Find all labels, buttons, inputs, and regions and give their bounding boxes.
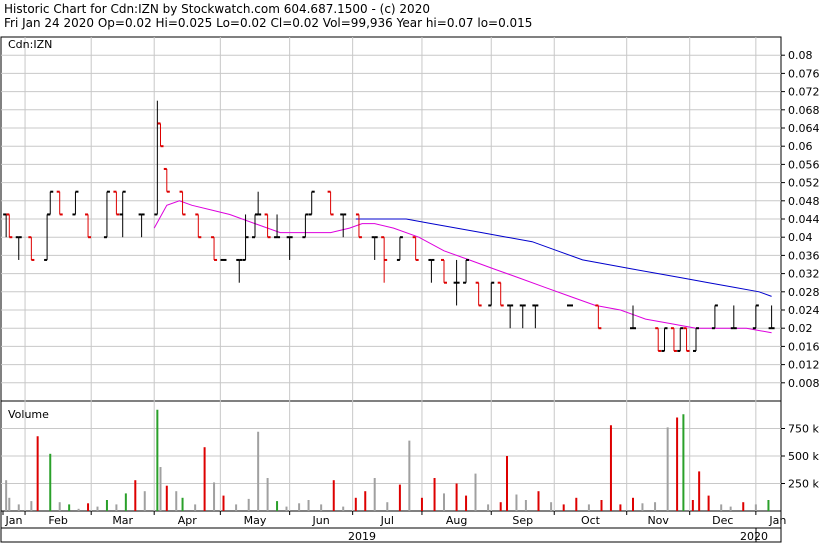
price-tick-label: 0.052: [788, 177, 820, 190]
volume-tick-label: 750 k: [788, 423, 819, 436]
month-tick-label: Dec: [712, 514, 733, 527]
volume-tick-label: 250 k: [788, 478, 819, 491]
price-tick-label: 0.076: [788, 67, 820, 80]
month-tick-label: Nov: [647, 514, 669, 527]
price-tick-label: 0.072: [788, 86, 820, 99]
month-tick-label: Oct: [581, 514, 601, 527]
month-tick-label: Jul: [380, 514, 394, 527]
price-tick-label: 0.016: [788, 340, 820, 353]
price-tick-label: 0.048: [788, 195, 820, 208]
stock-chart-page: Historic Chart for Cdn:IZN by Stockwatch…: [0, 0, 830, 543]
price-tick-label: 0.044: [788, 213, 820, 226]
stock-chart: Historic Chart for Cdn:IZN by Stockwatch…: [0, 2, 820, 543]
price-tick-label: 0.012: [788, 359, 820, 372]
volume-axis: 750 k 500 k 250 k: [781, 423, 819, 491]
symbol-label: Cdn:IZN: [8, 38, 52, 51]
price-tick-label: 0.056: [788, 158, 820, 171]
month-tick-label: Mar: [112, 514, 133, 527]
price-tick-label: 0.024: [788, 304, 820, 317]
month-tick-label: Sep: [512, 514, 533, 527]
month-tick-label: May: [244, 514, 267, 527]
price-tick-label: 0.02: [788, 322, 813, 335]
price-tick-label: 0.068: [788, 104, 820, 117]
price-axis: 0.08 0.076 0.072 0.068 0.064 0.06 0.056 0.052 0.…: [781, 49, 820, 390]
price-tick-label: 0.08: [788, 49, 813, 62]
price-tick-label: 0.032: [788, 268, 820, 281]
price-tick-label: 0.04: [788, 231, 813, 244]
month-tick-label: Jan: [5, 514, 23, 527]
volume-tick-label: 500 k: [788, 450, 819, 463]
year-axis-panel: [0, 527, 782, 543]
price-tick-label: 0.06: [788, 140, 813, 153]
year-label-2019: 2019: [348, 530, 376, 543]
volume-label: Volume: [8, 408, 49, 421]
chart-header-title: Historic Chart for Cdn:IZN by Stockwatch…: [4, 2, 430, 16]
year-label-2020: 2020: [740, 530, 768, 543]
month-tick-label: Feb: [48, 514, 67, 527]
price-tick-label: 0.064: [788, 122, 820, 135]
month-tick-label: Aug: [446, 514, 467, 527]
month-tick-label: Jan: [768, 514, 786, 527]
price-tick-label: 0.028: [788, 286, 820, 299]
month-tick-label: Jun: [312, 514, 330, 527]
month-tick-label: Apr: [178, 514, 198, 527]
price-tick-label: 0.036: [788, 249, 820, 262]
chart-header-quote: Fri Jan 24 2020 Op=0.02 Hi=0.025 Lo=0.02…: [4, 16, 532, 30]
price-tick-label: 0.008: [788, 377, 820, 390]
